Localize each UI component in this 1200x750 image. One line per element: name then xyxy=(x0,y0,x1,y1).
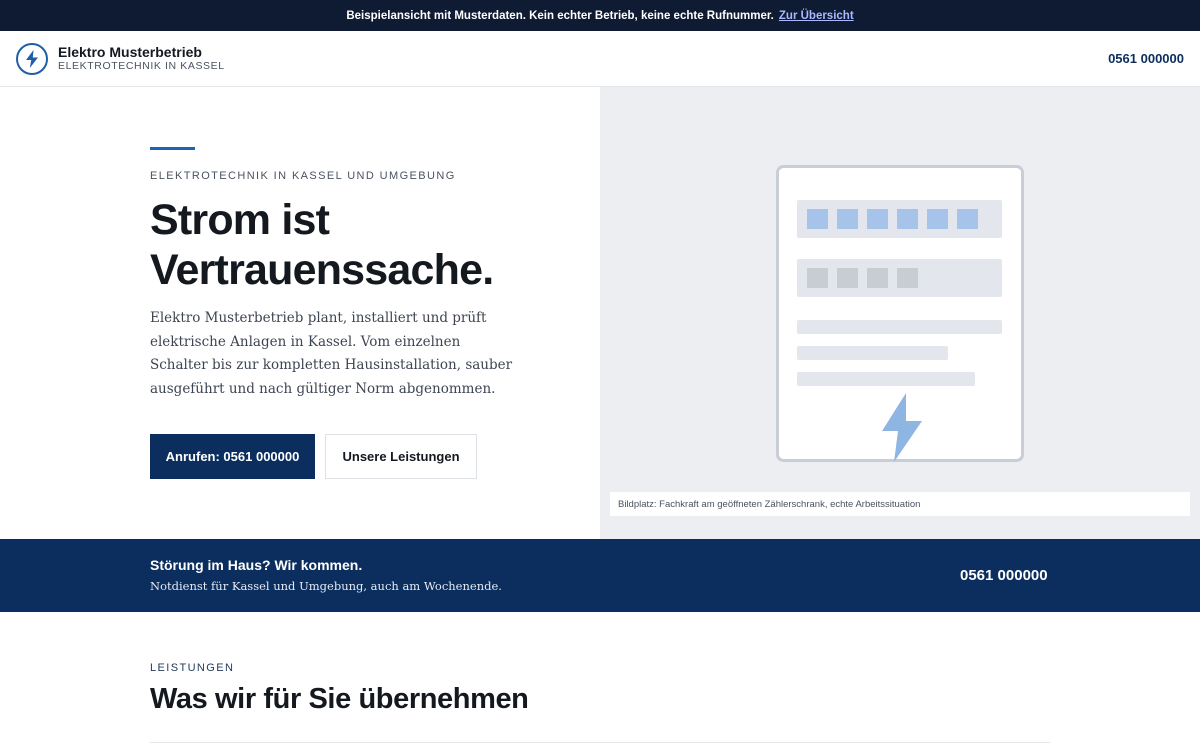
hero-title: Strom ist Vertrauenssache. xyxy=(150,195,570,295)
fuse-box-illustration xyxy=(776,165,1024,462)
hero-description: Elektro Musterbetrieb plant, installiert… xyxy=(150,310,513,397)
demo-banner-text: Beispielansicht mit Musterdaten. Kein ec… xyxy=(346,9,774,22)
emergency-title: Störung im Haus? Wir kommen. xyxy=(150,557,363,573)
brand-tagline: ELEKTROTECHNIK IN KASSEL xyxy=(58,60,225,72)
overview-link[interactable]: Zur Übersicht xyxy=(779,10,854,22)
emergency-subtitle: Notdienst für Kassel und Umgebung, auch … xyxy=(150,579,502,593)
hero-eyebrow: ELEKTROTECHNIK IN KASSEL UND UMGEBUNG xyxy=(150,170,456,182)
hero-content: ELEKTROTECHNIK IN KASSEL UND UMGEBUNG St… xyxy=(0,87,600,539)
brand-name: Elektro Musterbetrieb xyxy=(58,44,202,60)
site-header: Elektro Musterbetrieb ELEKTROTECHNIK IN … xyxy=(0,31,1200,87)
hero-image-placeholder: Bildplatz: Fachkraft am geöffneten Zähle… xyxy=(600,87,1200,539)
hero-title-line-2: Vertrauenssache. xyxy=(150,246,494,294)
accent-line xyxy=(150,147,195,150)
services-title: Was wir für Sie übernehmen xyxy=(150,683,529,715)
emergency-phone-link[interactable]: 0561 000000 xyxy=(960,567,1048,584)
call-button[interactable]: Anrufen: 0561 000000 xyxy=(150,434,315,479)
image-caption: Bildplatz: Fachkraft am geöffneten Zähle… xyxy=(610,492,1190,516)
lightning-bolt-icon[interactable] xyxy=(16,42,48,75)
header-phone-link[interactable]: 0561 000000 xyxy=(1108,51,1184,66)
hero-section: ELEKTROTECHNIK IN KASSEL UND UMGEBUNG St… xyxy=(0,87,1200,539)
services-eyebrow: LEISTUNGEN xyxy=(150,662,235,674)
services-button[interactable]: Unsere Leistungen xyxy=(325,434,477,479)
divider xyxy=(150,742,1050,743)
hero-title-line-1: Strom ist xyxy=(150,196,330,244)
emergency-banner: Störung im Haus? Wir kommen. Notdienst f… xyxy=(0,539,1200,612)
demo-banner: Beispielansicht mit Musterdaten. Kein ec… xyxy=(0,0,1200,31)
brand[interactable]: Elektro Musterbetrieb ELEKTROTECHNIK IN … xyxy=(58,44,225,73)
